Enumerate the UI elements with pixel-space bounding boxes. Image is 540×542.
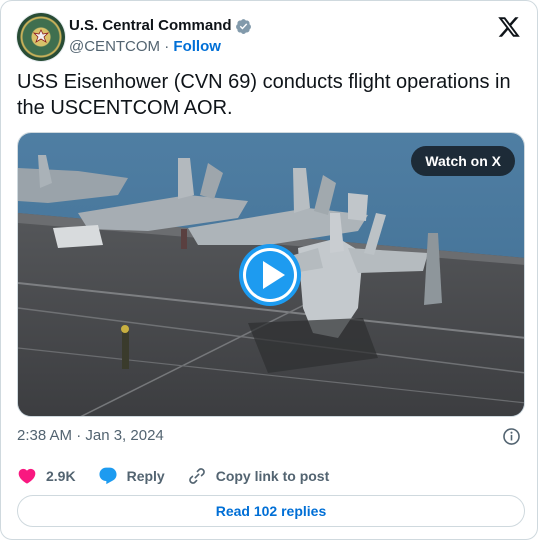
embedded-post-card: U.S. Central Command @CENTCOM · Follow U… xyxy=(0,0,538,540)
heart-icon xyxy=(18,468,36,484)
read-replies-button[interactable]: Read 102 replies xyxy=(17,495,525,527)
watch-on-x-button[interactable]: Watch on X xyxy=(411,146,515,176)
play-icon[interactable] xyxy=(238,243,302,307)
copy-link-button[interactable]: Copy link to post xyxy=(187,466,330,486)
separator-dot: · xyxy=(164,38,170,55)
like-button[interactable]: 2.9K xyxy=(17,466,76,486)
action-bar: 2.9K Reply Copy link to post xyxy=(17,464,351,488)
display-name-text[interactable]: U.S. Central Command xyxy=(69,16,232,36)
author-names: U.S. Central Command @CENTCOM · Follow xyxy=(69,16,252,57)
reply-label: Reply xyxy=(126,468,165,484)
author-display-name[interactable]: U.S. Central Command xyxy=(69,16,252,36)
link-icon xyxy=(188,468,205,484)
info-icon[interactable] xyxy=(502,427,521,446)
author-handle[interactable]: @CENTCOM xyxy=(69,38,160,55)
verified-badge-icon xyxy=(235,18,251,34)
reply-button[interactable]: Reply xyxy=(98,466,165,486)
avatar[interactable] xyxy=(17,13,65,61)
follow-button[interactable]: Follow xyxy=(173,38,221,55)
post-header: U.S. Central Command @CENTCOM · Follow xyxy=(17,13,521,61)
seal-eagle-icon xyxy=(32,29,50,43)
post-timestamp[interactable]: 2:38 AM · Jan 3, 2024 xyxy=(17,426,164,446)
like-count: 2.9K xyxy=(46,468,76,484)
video-thumbnail[interactable]: Watch on X xyxy=(17,132,525,417)
copy-link-label: Copy link to post xyxy=(215,468,330,484)
post-text: USS Eisenhower (CVN 69) conducts flight … xyxy=(17,71,511,119)
x-logo-icon[interactable] xyxy=(497,15,521,39)
handle-row: @CENTCOM · Follow xyxy=(69,37,252,57)
speech-bubble-icon xyxy=(99,467,117,485)
